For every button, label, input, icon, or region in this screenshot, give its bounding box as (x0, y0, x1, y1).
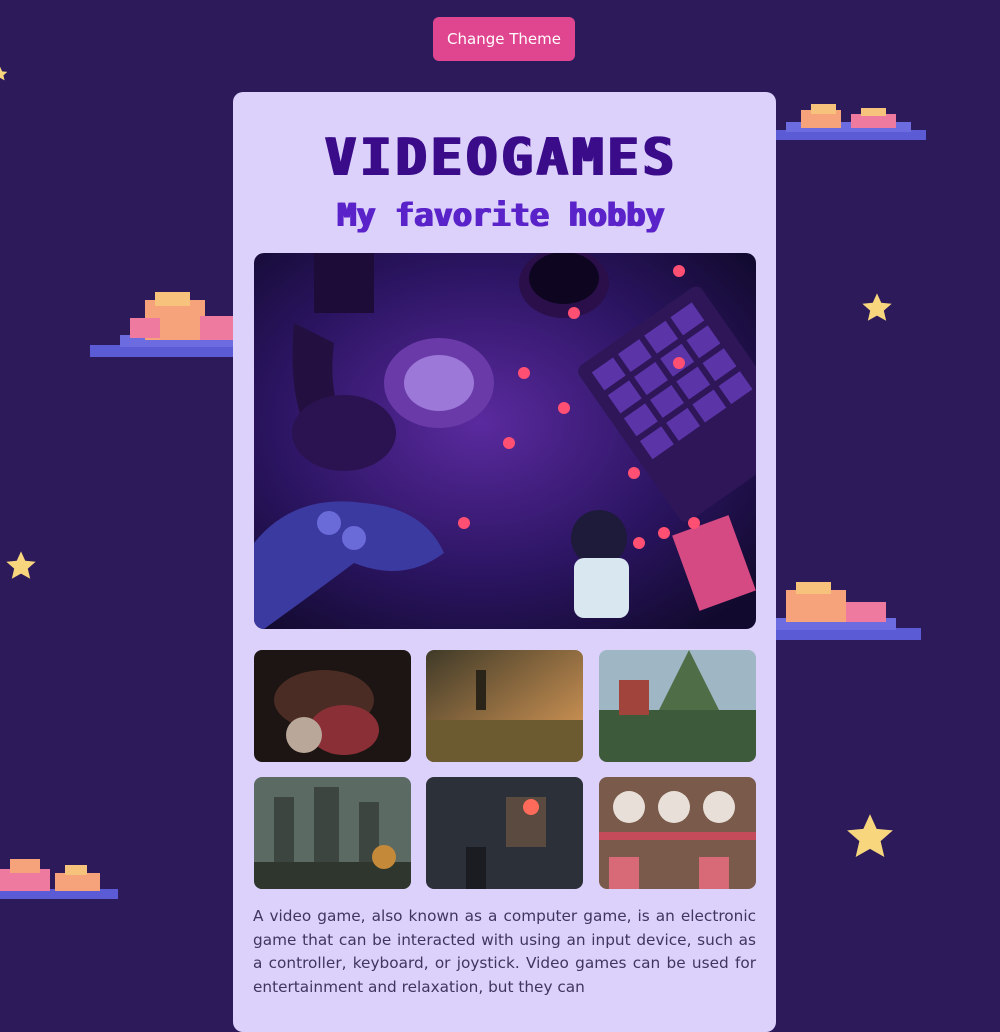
star-icon (0, 66, 8, 81)
castle-game-screenshot (254, 777, 411, 889)
action-game-screenshot (426, 777, 583, 889)
forest-ruins-screenshot (599, 650, 756, 762)
puppet-game-screenshot (599, 777, 756, 889)
pixel-cloud-icon (90, 292, 235, 357)
star-icon (862, 293, 892, 321)
horror-game-screenshot (254, 650, 411, 762)
page-subtitle: My favorite hobby (336, 196, 664, 234)
description-text: A video game, also known as a computer g… (253, 907, 756, 996)
gaming-desk-photo (254, 253, 756, 629)
change-theme-button[interactable]: Change Theme (433, 17, 575, 61)
pixel-cloud-icon (776, 582, 921, 640)
pixel-cloud-icon (0, 859, 118, 899)
page-title: VIDEOGAMES (323, 128, 677, 188)
star-icon (847, 814, 893, 857)
star-icon (6, 551, 36, 579)
jungle-game-screenshot (426, 650, 583, 762)
